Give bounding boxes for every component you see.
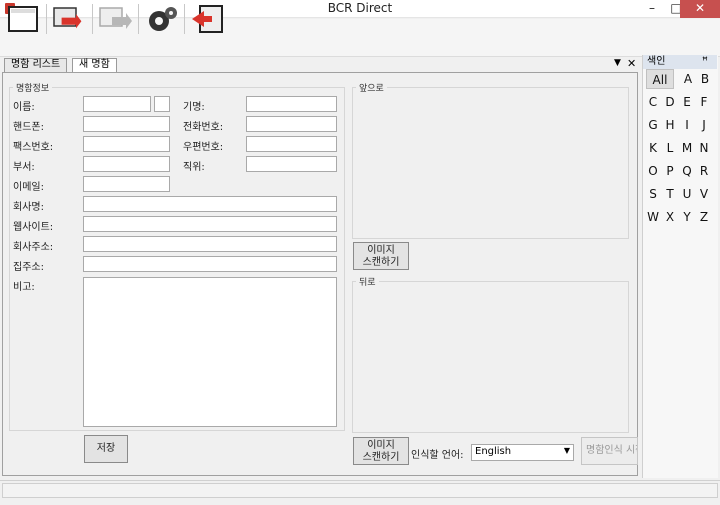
new-card-icon[interactable] <box>6 3 42 35</box>
scan-front-button-line1: 이미지 <box>367 245 395 256</box>
front-image-title: 앞으로 <box>356 81 387 94</box>
company-input[interactable] <box>246 96 337 112</box>
close-button[interactable]: ✕ <box>680 0 720 18</box>
settings-icon[interactable] <box>144 3 180 35</box>
dept-input[interactable] <box>83 156 170 172</box>
zip-label: 우편번호: <box>183 142 224 153</box>
index-letter-z[interactable]: Z <box>694 207 714 227</box>
tab-card-list[interactable]: 명함 리스트 <box>4 58 68 72</box>
scan-front-button-line2: 스캔하기 <box>362 257 400 268</box>
language-select-value: English <box>475 446 512 457</box>
index-letter-v[interactable]: V <box>694 184 714 204</box>
email-input[interactable] <box>83 176 170 192</box>
dept-label: 부서: <box>13 162 35 173</box>
website-input[interactable] <box>83 216 337 232</box>
back-image-title: 뒤로 <box>356 275 379 288</box>
index-letter-j[interactable]: J <box>694 115 714 135</box>
name-label: 이름: <box>13 102 35 113</box>
home-address-label: 집주소: <box>13 262 44 273</box>
export-icon[interactable] <box>52 3 88 35</box>
tab-menu-icon[interactable]: ▼ <box>614 58 621 68</box>
company-name-input[interactable] <box>83 196 337 212</box>
memo-textarea[interactable] <box>83 277 337 427</box>
pin-icon[interactable]: ꟸ <box>702 56 708 67</box>
exit-icon[interactable] <box>190 3 226 35</box>
toolbar-separator <box>138 4 139 34</box>
phone-input[interactable] <box>246 116 337 132</box>
mobile-label: 핸드폰: <box>13 122 44 133</box>
position-input[interactable] <box>246 156 337 172</box>
index-letter-n[interactable]: N <box>694 138 714 158</box>
fax-input[interactable] <box>83 136 170 152</box>
card-info-group-title: 명함정보 <box>13 81 53 94</box>
recognize-button[interactable]: 명함인식 시작 <box>581 437 638 465</box>
back-image-group <box>352 281 629 433</box>
language-label: 인식할 언어: <box>411 450 464 461</box>
index-letter-r[interactable]: R <box>694 161 714 181</box>
position-label: 직위: <box>183 162 205 173</box>
toolbar-separator <box>46 4 47 34</box>
import-icon[interactable] <box>98 3 134 35</box>
company-label: 기명: <box>183 102 205 113</box>
company-address-label: 회사주소: <box>13 242 54 253</box>
scan-back-button-line1: 이미지 <box>367 440 395 451</box>
email-label: 이메일: <box>13 182 44 193</box>
toolbar-separator <box>184 4 185 34</box>
horizontal-scrollbar[interactable] <box>2 483 718 498</box>
mobile-input[interactable] <box>83 116 170 132</box>
toolbar-separator <box>92 4 93 34</box>
name-input[interactable] <box>83 96 151 112</box>
index-letter-b[interactable]: B <box>695 69 715 89</box>
scan-back-button[interactable]: 이미지 스캔하기 <box>353 437 409 465</box>
scan-front-button[interactable]: 이미지 스캔하기 <box>353 242 409 270</box>
save-button[interactable]: 저장 <box>84 435 128 463</box>
website-label: 웹사이트: <box>13 222 54 233</box>
memo-label: 비고: <box>13 282 35 293</box>
index-letter-all[interactable]: All <box>646 69 674 89</box>
tab-close-icon[interactable]: ✕ <box>627 57 636 70</box>
tab-new-card[interactable]: 새 명함 <box>72 58 117 72</box>
home-address-input[interactable] <box>83 256 337 272</box>
company-address-input[interactable] <box>83 236 337 252</box>
company-name-label: 회사명: <box>13 202 44 213</box>
front-image-group <box>352 87 629 239</box>
zip-input[interactable] <box>246 136 337 152</box>
index-letter-f[interactable]: F <box>694 92 714 112</box>
language-select[interactable]: English ▼ <box>471 444 574 461</box>
fax-label: 팩스번호: <box>13 142 54 153</box>
chevron-down-icon: ▼ <box>563 446 570 455</box>
scan-back-button-line2: 스캔하기 <box>362 452 400 463</box>
name-extra-input[interactable] <box>154 96 170 112</box>
phone-label: 전화번호: <box>183 122 224 133</box>
